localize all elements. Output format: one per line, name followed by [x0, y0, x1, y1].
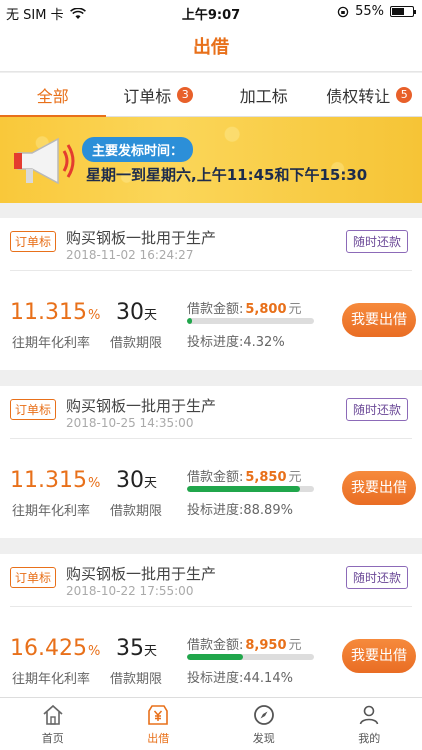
progress-fill [187, 318, 193, 324]
divider [10, 270, 412, 271]
count-badge: 3 [177, 86, 194, 103]
invest-button[interactable]: 我要出借 [342, 471, 416, 505]
tab-processing[interactable]: 加工标 [211, 73, 317, 116]
loan-card[interactable]: 订单标 购买钢板一批用于生产 2018-10-25 14:35:00 随时还款 … [0, 386, 422, 538]
rate-label: 往期年化利率 [12, 336, 91, 351]
progress-text: 投标进度:88.89% [187, 503, 293, 518]
banner-title: 主要发标时间： [82, 137, 194, 162]
rate-label: 往期年化利率 [12, 504, 91, 519]
rate-label: 往期年化利率 [12, 672, 91, 687]
tabbar-label: 出借 [147, 731, 170, 745]
loan-type-tag: 订单标 [10, 399, 57, 420]
loan-term: 30天 [116, 468, 158, 493]
tabbar-item-mine[interactable]: 我的 [317, 698, 422, 750]
loan-date: 2018-10-25 14:35:00 [66, 416, 194, 430]
yuan-icon [148, 704, 169, 725]
compass-icon [253, 704, 274, 725]
tabbar-label: 我的 [358, 731, 381, 745]
user-icon [359, 705, 379, 724]
repay-tag: 随时还款 [345, 398, 408, 421]
progress-fill [187, 654, 244, 660]
progress-text: 投标进度:4.32% [187, 335, 285, 350]
tab-debt-transfer[interactable]: 债权转让 5 [317, 73, 422, 116]
page-title: 出借 [193, 37, 229, 58]
nav-bar: 出借 [0, 24, 422, 72]
invest-button[interactable]: 我要出借 [342, 303, 416, 337]
loan-amount: 借款金额: 5,800 元 [187, 302, 302, 317]
loan-date: 2018-10-22 17:55:00 [66, 584, 194, 598]
loan-term: 30天 [116, 300, 158, 325]
divider [10, 438, 412, 439]
annual-rate: 16.425% [10, 636, 101, 661]
tabbar-item-home[interactable]: 首页 [0, 698, 106, 750]
divider [10, 606, 412, 607]
tabbar-label: 发现 [252, 731, 275, 745]
tab-label: 债权转让 [326, 86, 391, 106]
announcement-banner[interactable]: 主要发标时间： 星期一到星期六,上午11:45和下午15:30 [0, 117, 422, 203]
loan-term: 35天 [116, 636, 158, 661]
home-icon [43, 704, 63, 725]
tab-all[interactable]: 全部 [0, 73, 106, 117]
banner-text: 星期一到星期六,上午11:45和下午15:30 [86, 166, 368, 184]
loan-card[interactable]: 订单标 购买钢板一批用于生产 2018-10-22 17:55:00 随时还款 … [0, 554, 422, 706]
tab-order[interactable]: 订单标 3 [106, 73, 212, 116]
progress-fill [187, 486, 300, 492]
invest-button[interactable]: 我要出借 [342, 639, 416, 673]
progress-bar [187, 318, 314, 324]
count-badge: 5 [396, 86, 413, 103]
battery-percent: 55% [355, 4, 384, 19]
term-label: 借款期限 [110, 672, 163, 687]
loan-type-tag: 订单标 [10, 567, 57, 588]
loan-amount: 借款金额: 8,950 元 [187, 638, 302, 653]
loan-amount: 借款金额: 5,850 元 [187, 470, 302, 485]
annual-rate: 11.315% [10, 468, 101, 493]
repay-tag: 随时还款 [345, 230, 408, 253]
status-bar: 无 SIM 卡 上午9:07 55% [0, 0, 422, 24]
repay-tag: 随时还款 [345, 566, 408, 589]
progress-bar [187, 654, 314, 660]
loan-date: 2018-11-02 16:24:27 [66, 248, 194, 262]
tabbar-item-discover[interactable]: 发现 [211, 698, 317, 750]
loan-title: 购买钢板一批用于生产 [66, 397, 217, 415]
rotation-lock-icon [337, 6, 349, 17]
megaphone-icon [14, 137, 75, 185]
term-label: 借款期限 [110, 336, 163, 351]
tab-label: 全部 [36, 86, 69, 106]
tab-label: 加工标 [239, 86, 288, 106]
loan-title: 购买钢板一批用于生产 [66, 229, 217, 247]
progress-bar [187, 486, 314, 492]
loan-type-tag: 订单标 [10, 231, 57, 252]
term-label: 借款期限 [110, 504, 163, 519]
loan-title: 购买钢板一批用于生产 [66, 565, 217, 583]
tab-label: 订单标 [123, 86, 172, 106]
tabbar-label: 首页 [41, 731, 64, 745]
tabbar-item-invest[interactable]: 出借 [106, 698, 212, 750]
loan-card[interactable]: 订单标 购买钢板一批用于生产 2018-11-02 16:24:27 随时还款 … [0, 218, 422, 370]
progress-text: 投标进度:44.14% [187, 671, 293, 686]
category-tabs: 全部 订单标 3 加工标 债权转让 5 [0, 73, 422, 117]
bottom-tab-bar: 首页 出借 发现 我的 [0, 697, 422, 750]
battery-icon [390, 6, 416, 17]
annual-rate: 11.315% [10, 300, 101, 325]
